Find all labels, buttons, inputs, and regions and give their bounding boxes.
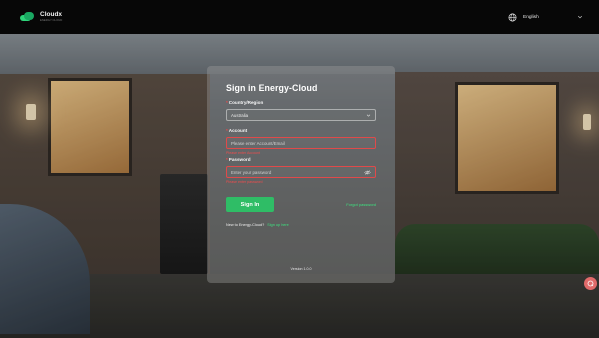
chevron-down-icon xyxy=(577,15,583,19)
forgot-password-link[interactable]: Forgot password xyxy=(346,202,376,207)
help-button[interactable] xyxy=(584,277,597,290)
password-input[interactable]: Enter your password xyxy=(226,166,376,178)
password-error: Please enter password xyxy=(226,180,263,184)
password-label: *Password xyxy=(226,157,251,162)
new-user-text: New to Energy-Cloud? xyxy=(226,223,265,227)
chevron-down-icon xyxy=(366,114,371,117)
account-placeholder: Please enter Account/Email xyxy=(231,140,285,146)
cloud-logo-icon xyxy=(20,12,36,22)
login-card: Sign in Energy-Cloud *Country/Region Aus… xyxy=(207,66,395,283)
country-value: Australia xyxy=(231,112,249,118)
globe-icon xyxy=(508,13,517,21)
help-icon xyxy=(587,280,594,287)
country-select[interactable]: Australia xyxy=(226,109,376,121)
sign-up-link[interactable]: Sign up here xyxy=(267,223,289,227)
login-actions: Sign In Forgot password xyxy=(226,197,376,212)
version-label: Version 1.0.0 xyxy=(290,267,312,271)
language-label: English xyxy=(523,14,539,20)
sign-in-button[interactable]: Sign In xyxy=(226,197,274,212)
account-input[interactable]: Please enter Account/Email xyxy=(226,137,376,149)
top-bar: Cloudx ENERGY CLOUD English xyxy=(0,0,599,34)
login-title: Sign in Energy-Cloud xyxy=(226,83,318,93)
brand-tagline: ENERGY CLOUD xyxy=(40,18,63,23)
account-error: Please enter Account xyxy=(226,151,260,155)
brand-logo[interactable]: Cloudx ENERGY CLOUD xyxy=(20,11,63,23)
password-placeholder: Enter your password xyxy=(231,169,272,175)
signup-row: New to Energy-Cloud? Sign up here xyxy=(226,223,376,227)
language-selector[interactable]: English xyxy=(508,13,583,22)
account-label: *Account xyxy=(226,128,248,133)
country-label: *Country/Region xyxy=(226,100,264,105)
eye-off-icon[interactable] xyxy=(364,169,371,175)
